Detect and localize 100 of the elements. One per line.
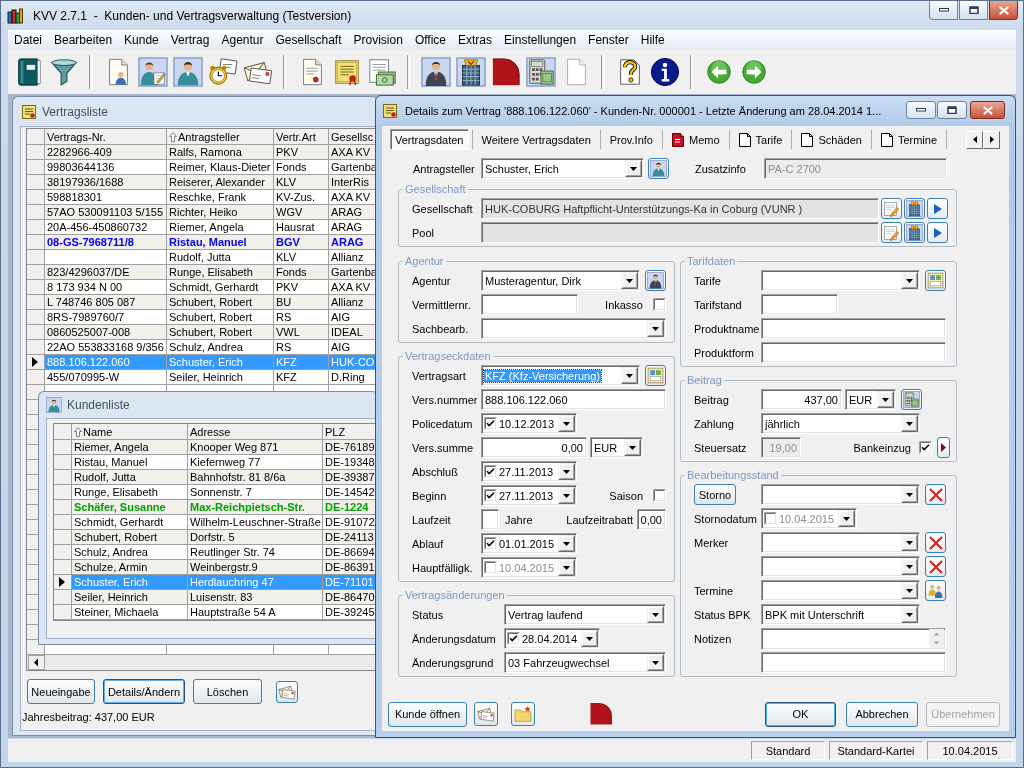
text-field[interactable] <box>481 294 578 315</box>
menu-item[interactable]: Datei <box>8 33 48 47</box>
table-row[interactable]: 38197936/1688 Reiserer, Alexander KLV InterRis <box>27 175 378 190</box>
horizontal-scrollbar[interactable] <box>27 654 378 670</box>
menu-item[interactable]: Provision <box>347 33 409 47</box>
dropdown[interactable]: 03 Fahrzeugwechsel <box>504 652 666 673</box>
expand-button[interactable] <box>937 437 950 458</box>
maximize-button[interactable] <box>959 1 988 20</box>
date-picker[interactable]: 10.04.2015 <box>761 508 857 529</box>
logo-icon[interactable] <box>490 57 521 87</box>
menu-item[interactable]: Office <box>408 33 452 47</box>
table-row[interactable]: 57AO 530091103 5/155 Richter, Heiko WGV ARAG <box>27 205 378 220</box>
date-picker[interactable]: 27.11.2013 <box>481 461 577 482</box>
dropdown[interactable]: Vertrag laufend <box>504 604 666 625</box>
checkbox[interactable] <box>484 537 497 550</box>
building-icon[interactable] <box>455 57 486 87</box>
edit-button[interactable] <box>881 198 902 219</box>
calculator-button[interactable] <box>901 389 922 410</box>
checkbox[interactable] <box>919 441 932 454</box>
minimize-button[interactable] <box>929 1 958 20</box>
date-picker[interactable]: 01.01.2015 <box>481 533 577 554</box>
clear-button[interactable] <box>925 532 946 553</box>
text-field[interactable]: 888.106.122.060 <box>481 389 666 410</box>
clear-button[interactable] <box>925 556 946 577</box>
agent-button[interactable] <box>645 270 666 291</box>
menu-item[interactable]: Gesellschaft <box>269 33 348 47</box>
text-field[interactable] <box>481 222 879 243</box>
menu-item[interactable]: Einstellungen <box>498 33 583 47</box>
storno-button[interactable]: Storno <box>694 484 736 505</box>
logo-icon[interactable] <box>589 702 613 726</box>
dropdown[interactable] <box>761 532 920 553</box>
dropdown[interactable]: jährlich <box>761 413 920 434</box>
table-row[interactable]: L 748746 805 087 Schubert, Robert BU Allianz <box>27 295 378 310</box>
scroll-right-button[interactable] <box>983 130 1000 149</box>
tariff-button[interactable] <box>925 270 946 291</box>
mail-button[interactable] <box>474 702 498 726</box>
person-icon[interactable] <box>172 57 203 87</box>
tab[interactable]: Schäden <box>795 129 868 150</box>
menu-item[interactable]: Vertrag <box>164 33 216 47</box>
date-picker[interactable]: 27.11.2013 <box>481 485 577 506</box>
tab[interactable]: Weitere Vertragsdaten <box>475 129 597 150</box>
info-icon[interactable] <box>649 57 680 87</box>
date-picker[interactable]: 10.12.2013 <box>481 413 577 434</box>
table-row[interactable]: Rudolf, Jutta Bahnhofstr. 81 8/6a DE-39387 <box>54 470 378 485</box>
text-field[interactable]: 0,00 <box>481 437 587 458</box>
menu-item[interactable]: Bearbeiten <box>48 33 119 47</box>
company-button[interactable] <box>904 198 925 219</box>
checkbox[interactable] <box>653 489 666 502</box>
ok-button[interactable]: OK <box>765 701 836 727</box>
edit-button[interactable] <box>881 222 902 243</box>
table-row[interactable]: Seiler, Heinrich Luisenstr. 83 DE-86470 <box>54 590 378 605</box>
table-row[interactable]: Schulze, Armin Weinbergstr.9 DE-86391 <box>54 560 378 575</box>
next-button[interactable] <box>927 198 948 219</box>
menu-item[interactable]: Kunde <box>118 33 165 47</box>
notes-field[interactable] <box>761 627 946 650</box>
text-field[interactable]: 0,00 <box>637 509 666 530</box>
banknotes-document-icon[interactable] <box>366 57 397 87</box>
dropdown[interactable]: Musteragentur, Dirk <box>481 270 640 291</box>
scroll-left-button[interactable] <box>966 130 983 149</box>
dropdown[interactable] <box>761 484 920 505</box>
dropdown[interactable] <box>761 556 920 577</box>
businessman-icon[interactable] <box>420 57 451 87</box>
open-customer-button[interactable]: Kunde öffnen <box>388 701 467 727</box>
appointments-button[interactable] <box>925 580 946 601</box>
date-picker[interactable]: 10.04.2015 <box>481 557 577 578</box>
cancel-button[interactable]: Abbrechen <box>846 701 918 727</box>
table-row[interactable]: 0860525007-008 Schubert, Robert VWL IDEAL <box>27 325 378 340</box>
tab[interactable]: Prov.Info <box>603 129 659 150</box>
table-row[interactable]: 823/4296037/DE Runge, Elisabeth Fonds Gartenba <box>27 265 378 280</box>
dropdown[interactable]: EUR <box>590 437 643 458</box>
table-row[interactable]: Schubert, Robert Dorfstr. 5 DE-24113 <box>54 530 378 545</box>
menu-item[interactable]: Fenster <box>582 33 635 47</box>
close-button[interactable] <box>989 1 1018 20</box>
folder-button[interactable] <box>511 702 535 726</box>
alarm-clock-icon[interactable] <box>207 57 238 87</box>
text-field[interactable] <box>761 342 946 363</box>
customer-button[interactable] <box>648 158 669 179</box>
dropdown[interactable] <box>761 580 920 601</box>
next-button[interactable] <box>927 222 948 243</box>
tab[interactable]: Memo <box>665 129 726 150</box>
dropdown[interactable]: Schuster, Erich <box>481 158 644 179</box>
person-writing-icon[interactable] <box>137 57 168 87</box>
menu-item[interactable]: Agentur <box>215 33 270 47</box>
clear-button[interactable] <box>925 484 946 505</box>
text-field[interactable] <box>761 652 946 673</box>
close-button[interactable] <box>970 101 1005 119</box>
checkbox[interactable] <box>507 632 520 645</box>
tab[interactable]: Tarife <box>732 129 789 150</box>
text-field[interactable] <box>761 318 946 339</box>
table-row[interactable]: 2282966-409 Ralfs, Ramona PKV AXA KV <box>27 145 378 160</box>
checkbox[interactable] <box>484 417 497 430</box>
dropdown[interactable] <box>761 270 920 291</box>
menu-item[interactable]: Extras <box>452 33 499 47</box>
text-field[interactable] <box>761 294 838 315</box>
filter-icon[interactable] <box>48 57 79 87</box>
table-row[interactable]: 08-GS-7968711/8 Ristau, Manuel BGV ARAG <box>27 235 378 250</box>
maximize-button[interactable] <box>937 101 967 119</box>
date-picker[interactable]: 28.04.2014 <box>504 628 600 649</box>
dropdown[interactable] <box>481 318 666 339</box>
table-row[interactable]: Riemer, Angela Knooper Weg 871 DE-76189 <box>54 440 378 455</box>
